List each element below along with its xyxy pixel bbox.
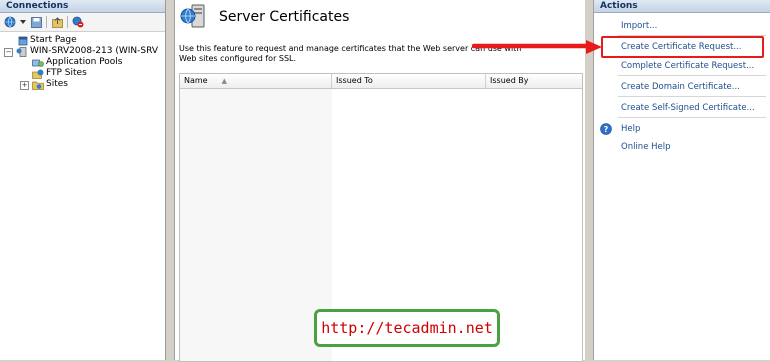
collapse-toggle[interactable]: − (4, 48, 13, 57)
column-header-issued-to[interactable]: Issued To (332, 74, 486, 88)
red-arrow-annotation (472, 40, 602, 54)
divider (618, 75, 766, 76)
tree-item-application-pools[interactable]: Application Pools (0, 57, 165, 68)
feature-header: Server Certificates (179, 4, 349, 30)
column-label: Issued By (490, 76, 529, 85)
sort-ascending-icon: ▲ (221, 77, 227, 85)
column-header-issued-by[interactable]: Issued By (486, 74, 582, 88)
watermark-text: http://tecadmin.net (321, 319, 493, 337)
connections-pane: Connections Start Page − WIN-SRV2008-213… (0, 0, 166, 360)
column-label: Issued To (336, 76, 373, 85)
tree-item-label: FTP Sites (46, 68, 87, 78)
remove-connection-icon[interactable] (71, 15, 85, 29)
connections-header: Connections (0, 0, 165, 13)
page-title: Server Certificates (219, 9, 350, 25)
tree-item-server[interactable]: − WIN-SRV2008-213 (WIN-SRV (0, 46, 165, 57)
sites-folder-icon (32, 80, 44, 90)
column-label: Name (184, 76, 208, 85)
connect-globe-icon[interactable] (3, 15, 17, 29)
tree-item-ftp-sites[interactable]: FTP Sites (0, 68, 165, 79)
tree-item-label: Sites (46, 79, 68, 89)
connections-toolbar (0, 13, 165, 32)
tree-item-start-page[interactable]: Start Page (0, 35, 165, 46)
column-header-name[interactable]: Name ▲ (180, 74, 332, 88)
connections-tree: Start Page − WIN-SRV2008-213 (WIN-SRV Ap… (0, 32, 165, 90)
tree-item-label: Application Pools (46, 57, 123, 67)
divider (618, 117, 766, 118)
highlight-box (601, 36, 764, 58)
splitter-left[interactable] (166, 0, 174, 360)
application-pools-icon (32, 58, 44, 68)
action-import[interactable]: Import... (621, 21, 657, 32)
action-create-domain-certificate[interactable]: Create Domain Certificate... (621, 82, 740, 93)
ftp-sites-icon (32, 69, 44, 79)
action-online-help[interactable]: Online Help (621, 142, 671, 153)
tree-item-sites[interactable]: + Sites (0, 79, 165, 90)
expand-toggle[interactable]: + (20, 81, 29, 90)
svg-text:?: ? (604, 125, 609, 134)
divider (618, 96, 766, 97)
list-header: Name ▲ Issued To Issued By (180, 74, 582, 89)
action-create-self-signed-certificate[interactable]: Create Self-Signed Certificate... (621, 103, 755, 114)
toolbar-separator (67, 16, 68, 28)
dropdown-arrow-icon[interactable] (20, 15, 26, 29)
server-icon (16, 47, 27, 57)
tree-item-label: WIN-SRV2008-213 (WIN-SRV (30, 46, 159, 56)
actions-header: Actions (594, 0, 770, 13)
up-level-icon[interactable] (50, 15, 64, 29)
help-icon: ? (600, 123, 612, 138)
action-help[interactable]: Help (621, 124, 640, 135)
tree-item-label: Start Page (30, 35, 77, 45)
server-certificates-icon (179, 3, 209, 32)
sorted-column-shade (180, 89, 332, 361)
toolbar-separator (46, 16, 47, 28)
start-page-icon (18, 36, 28, 46)
watermark-badge: http://tecadmin.net (314, 309, 500, 347)
action-complete-certificate-request[interactable]: Complete Certificate Request... (621, 61, 754, 72)
save-icon[interactable] (29, 15, 43, 29)
